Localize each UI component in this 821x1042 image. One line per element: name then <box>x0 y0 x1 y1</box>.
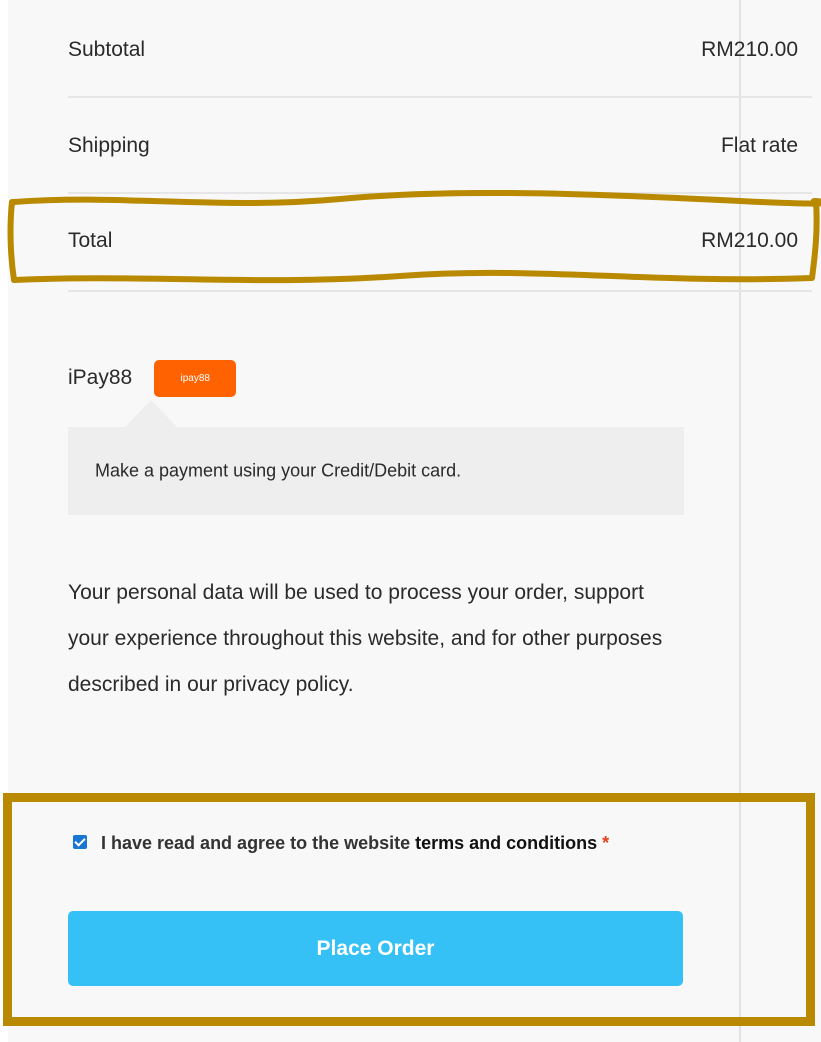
payment-description: Make a payment using your Credit/Debit c… <box>95 460 462 481</box>
shipping-row: Shipping Flat rate <box>68 116 798 176</box>
required-mark: * <box>602 833 610 853</box>
subtotal-value: RM210.00 <box>701 38 798 61</box>
divider <box>68 96 812 98</box>
shipping-label: Shipping <box>68 134 150 157</box>
place-order-button[interactable]: Place Order <box>68 911 683 986</box>
payment-box-pointer <box>125 400 177 427</box>
payment-method-ipay88[interactable]: iPay88 ipay88 <box>68 358 237 398</box>
payment-method-label: iPay88 <box>68 366 133 389</box>
ipay88-logo: ipay88 <box>154 359 237 397</box>
payment-description-box: Make a payment using your Credit/Debit c… <box>68 427 684 515</box>
terms-link[interactable]: terms and conditions <box>415 833 597 853</box>
subtotal-row: Subtotal RM210.00 <box>68 20 798 80</box>
terms-row: I have read and agree to the website ter… <box>73 816 683 870</box>
subtotal-label: Subtotal <box>68 38 146 61</box>
total-highlight-annotation <box>7 190 821 284</box>
privacy-notice: Your personal data will be used to proce… <box>68 581 663 696</box>
terms-text: I have read and agree to the website <box>101 833 411 853</box>
terms-checkbox[interactable] <box>73 835 87 850</box>
divider <box>68 290 812 292</box>
shipping-value: Flat rate <box>720 134 798 157</box>
